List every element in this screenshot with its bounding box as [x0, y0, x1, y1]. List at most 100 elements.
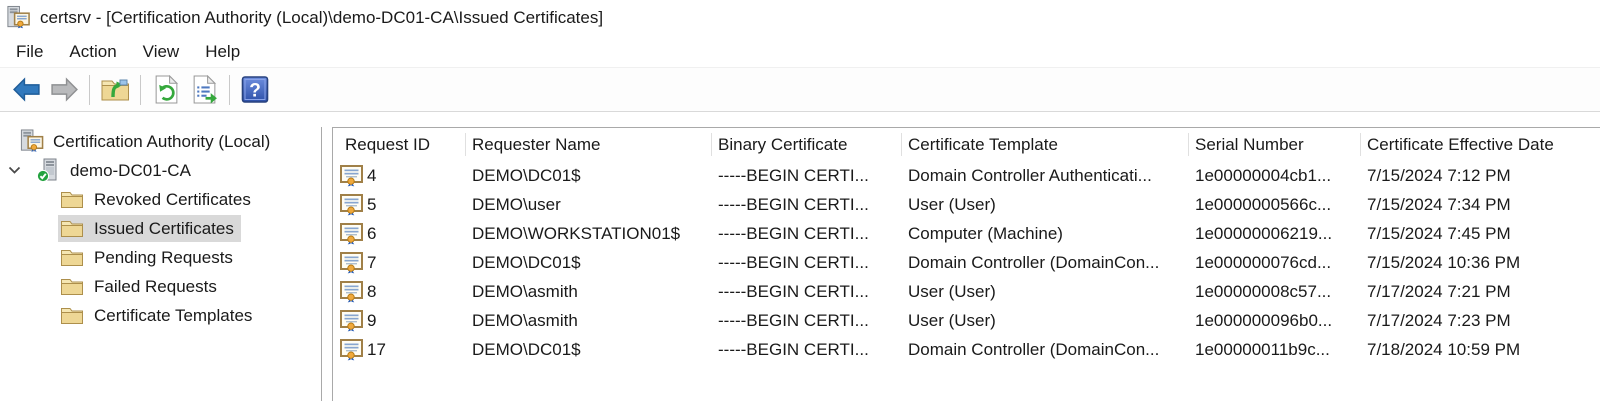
cell-requester-name: DEMO\DC01$: [472, 252, 581, 272]
export-list-button[interactable]: [185, 72, 223, 108]
column-header-requester-name[interactable]: Requester Name: [466, 128, 712, 161]
tree-item[interactable]: Revoked Certificates: [0, 185, 321, 214]
forward-button[interactable]: [45, 72, 83, 108]
cell-certificate-template: Computer (Machine): [908, 223, 1063, 243]
certificate-icon: [340, 222, 363, 245]
window-title: certsrv - [Certification Authority (Loca…: [40, 8, 604, 27]
cell-request-id: 17: [333, 338, 466, 361]
menu-item[interactable]: View: [130, 38, 193, 66]
cell-requester-name: DEMO\user: [472, 194, 561, 214]
table-row[interactable]: 7 DEMO\DC01$ -----BEGIN CERTI... Domain …: [333, 248, 1600, 277]
tree-item[interactable]: Pending Requests: [0, 243, 321, 272]
folder-icon: [60, 277, 84, 296]
cell-binary-certificate: -----BEGIN CERTI...: [718, 165, 869, 185]
request-id-value: 9: [367, 310, 377, 330]
column-header-certificate-template[interactable]: Certificate Template: [902, 128, 1189, 161]
cell-certificate-template: Domain Controller (DomainCon...: [908, 339, 1160, 359]
folder-icon: [60, 248, 84, 267]
certificate-icon: [340, 164, 363, 187]
cell-binary-certificate: -----BEGIN CERTI...: [718, 339, 869, 359]
cell-requester-name: DEMO\asmith: [472, 310, 578, 330]
refresh-icon: [153, 75, 180, 104]
tree-item-label: Certificate Templates: [94, 305, 253, 325]
request-id-value: 5: [367, 194, 377, 214]
column-header-binary-certificate[interactable]: Binary Certificate: [712, 128, 902, 161]
cell-request-id: 9: [333, 309, 466, 332]
tree-item-label: Revoked Certificates: [94, 189, 251, 209]
table-row[interactable]: 9 DEMO\asmith -----BEGIN CERTI... User (…: [333, 306, 1600, 335]
cell-binary-certificate: -----BEGIN CERTI...: [718, 223, 869, 243]
help-button[interactable]: ?: [236, 72, 274, 108]
column-header-certificate-effective-date[interactable]: Certificate Effective Date: [1361, 128, 1600, 161]
refresh-button[interactable]: [147, 72, 185, 108]
cell-binary-certificate: -----BEGIN CERTI...: [718, 252, 869, 272]
tree-item-label: Pending Requests: [94, 247, 233, 267]
cell-serial-number: 1e00000008c57...: [1195, 281, 1332, 301]
cell-binary-certificate: -----BEGIN CERTI...: [718, 281, 869, 301]
table-row[interactable]: 8 DEMO\asmith -----BEGIN CERTI... User (…: [333, 277, 1600, 306]
table-row[interactable]: 5 DEMO\user -----BEGIN CERTI... User (Us…: [333, 190, 1600, 219]
title-bar: certsrv - [Certification Authority (Loca…: [0, 0, 1600, 36]
certificate-icon: [340, 338, 363, 361]
tree-item-label: Certification Authority (Local): [53, 131, 271, 151]
table-row[interactable]: 4 DEMO\DC01$ -----BEGIN CERTI... Domain …: [333, 161, 1600, 190]
tree-item-ca[interactable]: demo-DC01-CA: [0, 156, 321, 185]
toolbar-separator: [89, 74, 90, 105]
request-id-value: 8: [367, 281, 377, 301]
svg-text:?: ?: [249, 81, 261, 102]
menu-item[interactable]: File: [3, 38, 56, 66]
cell-serial-number: 1e000000096b0...: [1195, 310, 1333, 330]
cell-certificate-template: User (User): [908, 310, 996, 330]
menu-item[interactable]: Help: [192, 38, 253, 66]
panel-splitter[interactable]: [322, 127, 332, 401]
folder-icon: [60, 306, 84, 325]
cell-effective-date: 7/15/2024 7:45 PM: [1367, 223, 1511, 243]
folder-icon: [60, 190, 84, 209]
back-button[interactable]: [7, 72, 45, 108]
tree-item[interactable]: Failed Requests: [0, 272, 321, 301]
cell-effective-date: 7/15/2024 10:36 PM: [1367, 252, 1521, 272]
certsrv-app-icon: [5, 5, 31, 31]
server-check-icon: [36, 158, 60, 183]
tree-item[interactable]: Certificate Templates: [0, 301, 321, 330]
cell-requester-name: DEMO\DC01$: [472, 339, 581, 359]
chevron-down-icon[interactable]: [8, 166, 24, 175]
forward-arrow-icon: [50, 77, 79, 102]
cell-serial-number: 1e0000000566c...: [1195, 194, 1332, 214]
certificate-icon: [340, 251, 363, 274]
table-row[interactable]: 17 DEMO\DC01$ -----BEGIN CERTI... Domain…: [333, 335, 1600, 364]
cell-effective-date: 7/18/2024 10:59 PM: [1367, 339, 1521, 359]
cell-requester-name: DEMO\WORKSTATION01$: [472, 223, 681, 243]
request-id-value: 17: [367, 339, 386, 359]
cell-request-id: 6: [333, 222, 466, 245]
tree-item-certification-authority[interactable]: Certification Authority (Local): [0, 127, 321, 156]
menu-item[interactable]: Action: [56, 38, 129, 66]
console-tree-panel: Certification Authority (Local) demo-DC0…: [0, 127, 322, 401]
content-area: Certification Authority (Local) demo-DC0…: [0, 113, 1600, 401]
column-header-request-id[interactable]: Request ID: [333, 128, 466, 161]
cell-serial-number: 1e00000006219...: [1195, 223, 1333, 243]
tree-item-label: Failed Requests: [94, 276, 217, 296]
list-header: Request ID Requester Name Binary Certifi…: [333, 128, 1600, 161]
table-row[interactable]: 6 DEMO\WORKSTATION01$ -----BEGIN CERTI..…: [333, 219, 1600, 248]
certificate-icon: [340, 193, 363, 216]
show-console-tree-button[interactable]: [96, 72, 134, 108]
back-arrow-icon: [12, 77, 41, 102]
cell-effective-date: 7/15/2024 7:12 PM: [1367, 165, 1511, 185]
cell-certificate-template: User (User): [908, 194, 996, 214]
cell-request-id: 8: [333, 280, 466, 303]
issued-certificates-list-panel: Request ID Requester Name Binary Certifi…: [332, 127, 1600, 401]
export-list-icon: [191, 75, 218, 104]
toolbar-separator: [229, 74, 230, 105]
cell-certificate-template: Domain Controller Authenticati...: [908, 165, 1152, 185]
cell-binary-certificate: -----BEGIN CERTI...: [718, 310, 869, 330]
cell-serial-number: 1e000000076cd...: [1195, 252, 1332, 272]
request-id-value: 4: [367, 165, 377, 185]
cell-request-id: 4: [333, 164, 466, 187]
column-header-serial-number[interactable]: Serial Number: [1189, 128, 1361, 161]
help-icon: ?: [241, 75, 269, 104]
cell-effective-date: 7/15/2024 7:34 PM: [1367, 194, 1511, 214]
certification-authority-icon: [18, 129, 45, 154]
tree-item[interactable]: Issued Certificates: [0, 214, 321, 243]
folder-icon: [60, 219, 84, 238]
